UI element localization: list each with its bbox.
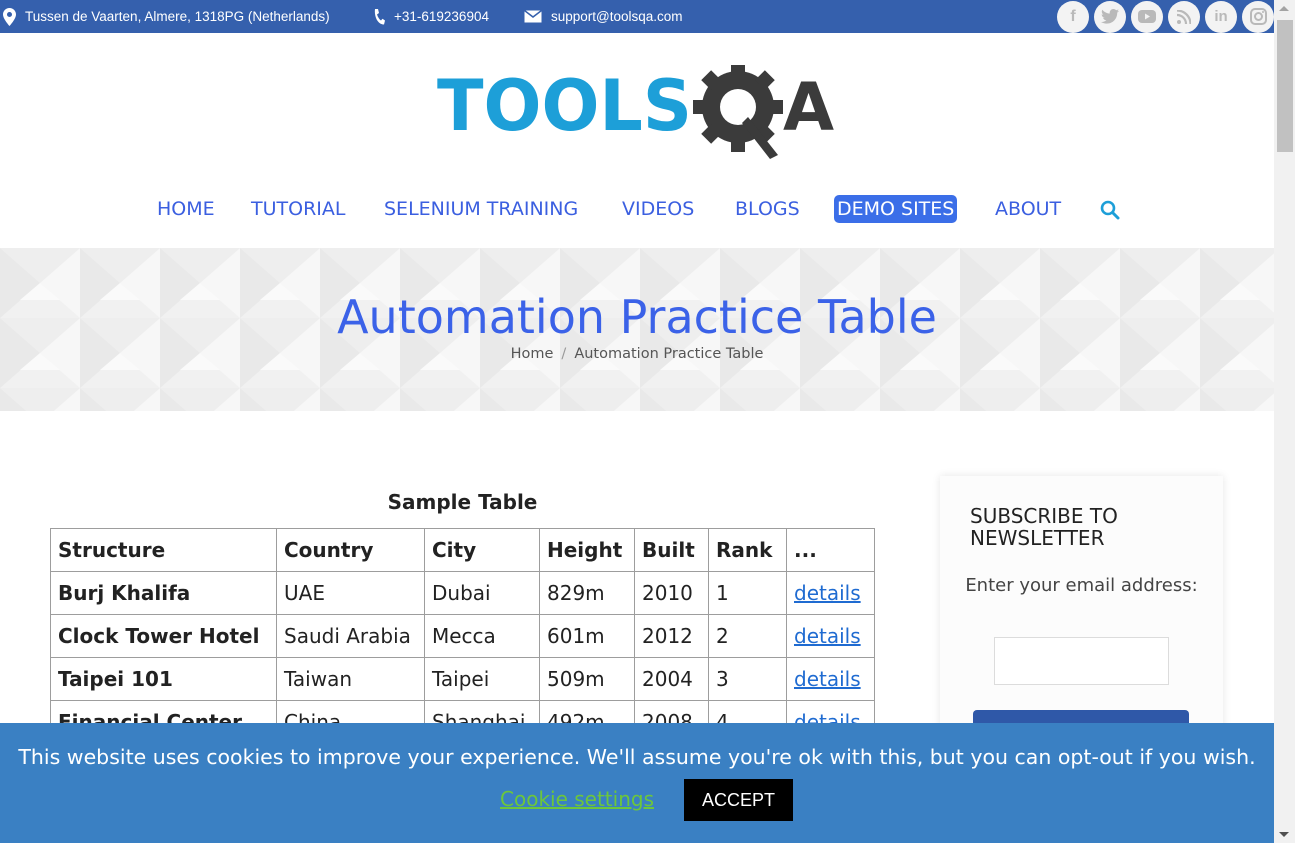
table-cell: 2012 <box>634 614 709 658</box>
column-header: City <box>424 528 540 572</box>
table-row: Taipei 101 Taiwan Taipei 509m 2004 3 det… <box>50 657 875 701</box>
social-links: f in <box>1057 0 1274 33</box>
column-header: Built <box>634 528 709 572</box>
nav-about[interactable]: ABOUT <box>995 195 1061 223</box>
table-cell: Saudi Arabia <box>276 614 425 658</box>
table-header-row: Structure Country City Height Built Rank… <box>50 528 875 572</box>
phone-item: +31-619236904 <box>372 0 489 33</box>
search-icon[interactable] <box>1100 200 1120 220</box>
phone-icon <box>374 8 385 24</box>
gear-icon <box>693 65 783 159</box>
table-row: Clock Tower Hotel Saudi Arabia Mecca 601… <box>50 614 875 658</box>
table-cell: 2010 <box>634 571 709 615</box>
table-cell: details <box>786 571 875 615</box>
map-pin-icon <box>3 7 16 26</box>
table-cell: Taipei 101 <box>50 657 277 701</box>
table-cell: Taiwan <box>276 657 425 701</box>
nav-home[interactable]: HOME <box>157 195 215 223</box>
table-cell: 3 <box>708 657 787 701</box>
accept-cookies-button[interactable]: ACCEPT <box>684 779 793 821</box>
email-text: support@toolsqa.com <box>551 9 683 24</box>
newsletter-email-input[interactable] <box>994 637 1169 685</box>
scroll-down-arrow-icon[interactable] <box>1279 832 1289 837</box>
scroll-up-arrow-icon[interactable] <box>1279 6 1289 11</box>
youtube-icon[interactable] <box>1131 0 1163 33</box>
table-cell: UAE <box>276 571 425 615</box>
newsletter-title: SUBSCRIBE TO NEWSLETTER <box>970 504 1118 550</box>
column-header: Rank <box>708 528 787 572</box>
table-row: Burj Khalifa UAE Dubai 829m 2010 1 detai… <box>50 571 875 615</box>
address-text: Tussen de Vaarten, Almere, 1318PG (Nethe… <box>25 9 330 24</box>
main-navigation: HOME TUTORIAL SELENIUM TRAINING VIDEOS B… <box>0 195 1274 225</box>
page-title: Automation Practice Table <box>337 290 937 344</box>
table-cell: 2004 <box>634 657 709 701</box>
table-cell: 2 <box>708 614 787 658</box>
details-link[interactable]: details <box>794 581 861 605</box>
nav-videos[interactable]: VIDEOS <box>622 195 694 223</box>
table-cell: 829m <box>539 571 635 615</box>
facebook-icon[interactable]: f <box>1057 0 1089 33</box>
phone-text: +31-619236904 <box>394 9 489 24</box>
table-cell: details <box>786 614 875 658</box>
toolsqa-logo[interactable]: TOOLS A <box>437 65 841 160</box>
address-item: Tussen de Vaarten, Almere, 1318PG (Nethe… <box>3 0 330 33</box>
linkedin-icon[interactable]: in <box>1205 0 1237 33</box>
table-cell: 1 <box>708 571 787 615</box>
column-header: Height <box>539 528 635 572</box>
table-cell: 601m <box>539 614 635 658</box>
email-item: support@toolsqa.com <box>524 0 683 33</box>
column-header: ... <box>786 528 875 572</box>
table-cell: Mecca <box>424 614 540 658</box>
svg-text:TOOLS: TOOLS <box>437 65 692 147</box>
details-link[interactable]: details <box>794 667 861 691</box>
instagram-icon[interactable] <box>1242 0 1274 33</box>
breadcrumb-current: Automation Practice Table <box>574 346 764 362</box>
table-cell: Clock Tower Hotel <box>50 614 277 658</box>
page-scrollbar[interactable] <box>1274 0 1295 843</box>
rss-icon[interactable] <box>1168 0 1200 33</box>
table-cell: details <box>786 657 875 701</box>
cookie-message: This website uses cookies to improve you… <box>18 745 1256 769</box>
column-header: Structure <box>50 528 277 572</box>
svg-text:A: A <box>783 69 834 146</box>
cookie-settings-link[interactable]: Cookie settings <box>500 787 654 811</box>
table-cell: 509m <box>539 657 635 701</box>
sample-table: Structure Country City Height Built Rank… <box>50 528 875 744</box>
table-cell: Burj Khalifa <box>50 571 277 615</box>
table-cell: Taipei <box>424 657 540 701</box>
envelope-icon <box>524 10 542 23</box>
top-contact-bar: Tussen de Vaarten, Almere, 1318PG (Nethe… <box>0 0 1274 33</box>
nav-demo-sites[interactable]: DEMO SITES <box>834 195 958 223</box>
breadcrumb-separator: / <box>561 346 567 362</box>
cookie-consent-bar: This website uses cookies to improve you… <box>0 723 1274 843</box>
page-title-banner: Automation Practice Table Home / Automatio… <box>0 248 1274 411</box>
table-cell: Dubai <box>424 571 540 615</box>
nav-tutorial[interactable]: TUTORIAL <box>251 195 345 223</box>
scrollbar-thumb[interactable] <box>1277 20 1293 152</box>
nav-selenium-training[interactable]: SELENIUM TRAINING <box>384 195 578 223</box>
breadcrumb: Home / Automation Practice Table <box>0 346 1274 362</box>
column-header: Country <box>276 528 425 572</box>
details-link[interactable]: details <box>794 624 861 648</box>
twitter-icon[interactable] <box>1094 0 1126 33</box>
email-label: Enter your email address: <box>965 575 1198 596</box>
newsletter-widget: SUBSCRIBE TO NEWSLETTER Enter your email… <box>940 476 1223 740</box>
table-caption: Sample Table <box>387 490 538 514</box>
nav-blogs[interactable]: BLOGS <box>735 195 800 223</box>
breadcrumb-home[interactable]: Home <box>511 346 554 362</box>
